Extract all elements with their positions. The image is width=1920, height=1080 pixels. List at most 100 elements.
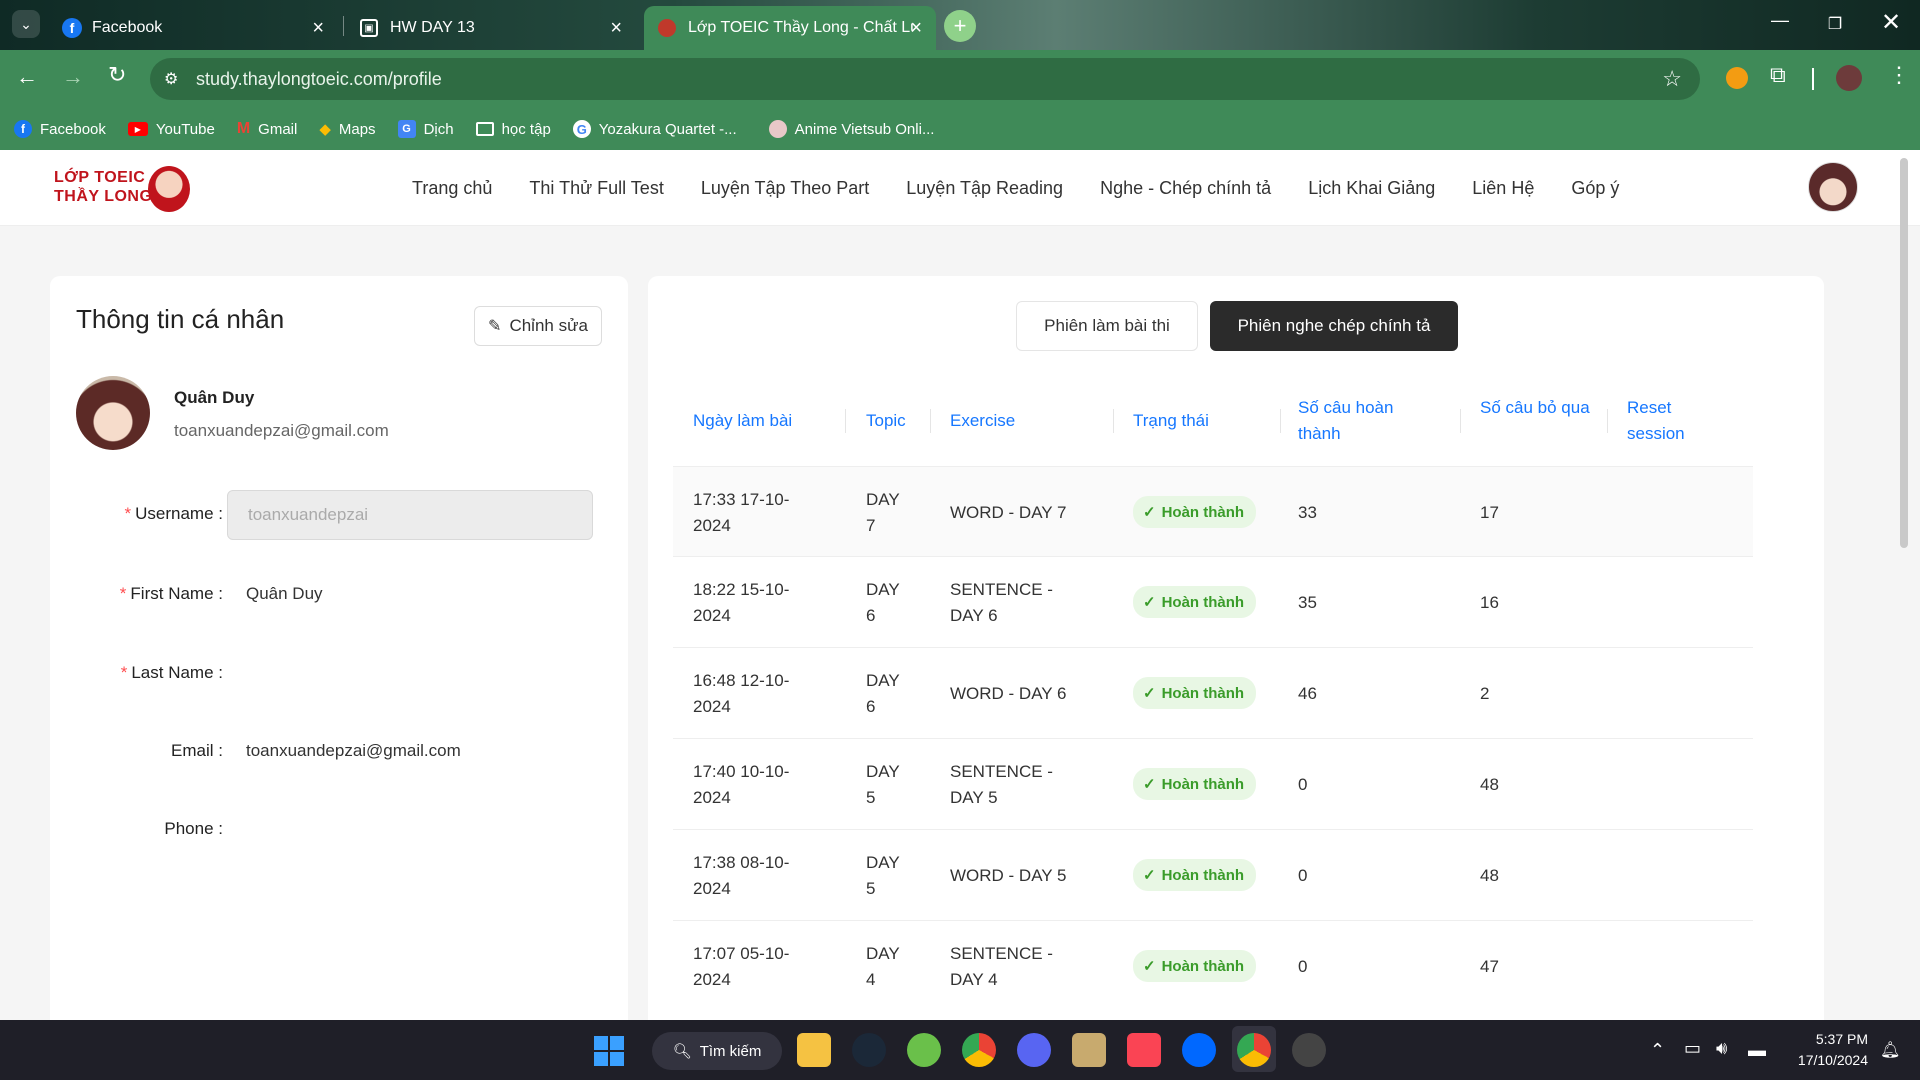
bookmark-facebook[interactable]: f Facebook [14, 120, 106, 138]
bookmark-folder-hoc-tap[interactable]: học tập [475, 121, 551, 138]
browser-tab-bar: ⌄ f Facebook × ▣ HW DAY 13 × Lớp TOEIC T… [0, 0, 1920, 50]
close-tab-icon[interactable]: × [610, 17, 622, 40]
close-tab-icon[interactable]: × [910, 17, 922, 40]
cell-exercise: WORD - DAY 5 [950, 866, 1067, 885]
league-of-legends-icon[interactable] [1072, 1033, 1106, 1067]
forward-icon[interactable]: → [62, 64, 84, 90]
col-divider [1460, 409, 1461, 433]
minimize-button[interactable]: — [1765, 10, 1795, 40]
phone-label: Phone : [164, 819, 223, 838]
cell-date: 17:07 05-10-2024 [693, 944, 790, 989]
restore-button[interactable]: ❐ [1820, 10, 1850, 40]
zalo-icon[interactable] [1182, 1033, 1216, 1067]
browser-tab-hw-day-13[interactable]: ▣ HW DAY 13 × [346, 6, 636, 50]
tab-search-button[interactable]: ⌄ [12, 10, 40, 38]
nav-thi-thu-full-test[interactable]: Thi Thử Full Test [529, 178, 663, 199]
nav-nghe-chep-chinh-ta[interactable]: Nghe - Chép chính tả [1100, 178, 1271, 199]
reload-icon[interactable]: ↻ [108, 62, 126, 88]
chevron-up-icon[interactable]: ⌃ [1650, 1040, 1665, 1061]
extensions-puzzle-icon[interactable]: ⧉ [1770, 62, 1786, 88]
taskbar-search[interactable]: 🔍︎ Tìm kiếm [652, 1032, 782, 1070]
page-scrollbar[interactable] [1900, 158, 1908, 548]
table-row: 17:33 17-10-2024 DAY 7 WORD - DAY 7 ✓ Hoà… [673, 466, 1753, 557]
browser-tab-active[interactable]: Lớp TOEIC Thầy Long - Chất Lượ × [644, 6, 936, 50]
new-tab-button[interactable]: + [944, 10, 976, 42]
close-tab-icon[interactable]: × [312, 17, 324, 40]
cell-done: 0 [1298, 957, 1308, 976]
browser-tab-facebook[interactable]: f Facebook × [48, 6, 338, 50]
app-green-icon[interactable] [907, 1033, 941, 1067]
bookmark-anime-vietsub[interactable]: Anime Vietsub Onli... [768, 120, 934, 138]
youtube-icon: ▶ [127, 122, 148, 136]
gmail-icon: M [236, 120, 251, 137]
nav-trang-chu[interactable]: Trang chủ [412, 178, 492, 199]
nav-luyen-tap-reading[interactable]: Luyện Tập Reading [906, 178, 1063, 199]
profile-card: Thông tin cá nhân ✎ Chỉnh sửa Quân Duy t… [50, 276, 628, 1056]
site-header: LỚP TOEIC THẦY LONG Trang chủ Thi Thử Fu… [0, 150, 1920, 226]
cell-done: 33 [1298, 503, 1317, 522]
status-badge: ✓ Hoàn thành [1133, 950, 1257, 982]
close-window-button[interactable]: ✕ [1876, 8, 1906, 38]
cell-topic: DAY 4 [866, 944, 900, 989]
table-row: 17:38 08-10-2024 DAY 5 WORD - DAY 5 ✓ Hoà… [673, 830, 1753, 921]
profile-heading: Thông tin cá nhân [76, 304, 285, 334]
clock-date[interactable]: 17/10/2024 [1782, 1052, 1868, 1068]
bookmark-youtube[interactable]: ▶ YouTube [127, 121, 215, 138]
start-button[interactable] [594, 1036, 624, 1066]
valorant-icon[interactable] [1127, 1033, 1161, 1067]
chrome-icon[interactable] [962, 1033, 996, 1067]
table-row: 16:48 12-10-2024 DAY 6 WORD - DAY 6 ✓ Hoà… [673, 648, 1753, 739]
bookmark-maps[interactable]: ◆ Maps [319, 120, 375, 139]
discord-icon[interactable] [1017, 1033, 1051, 1067]
bookmark-gmail[interactable]: M Gmail [237, 120, 298, 138]
status-badge: ✓ Hoàn thành [1133, 586, 1257, 618]
minimize-icon: — [1771, 10, 1789, 30]
edit-profile-button[interactable]: ✎ Chỉnh sửa [474, 306, 602, 346]
address-bar[interactable]: ⚙ study.thaylongtoeic.com/profile ☆ [150, 58, 1700, 100]
nav-lich-khai-giang[interactable]: Lịch Khai Giảng [1308, 178, 1435, 199]
notification-bell-icon[interactable]: 🔔︎ [1880, 1040, 1900, 1060]
clock-time[interactable]: 5:37 PM [1808, 1031, 1868, 1047]
cell-date: 17:40 10-10-2024 [693, 762, 790, 807]
col-header-date: Ngày làm bài [693, 411, 793, 430]
cell-exercise: SENTENCE - DAY 5 [950, 762, 1053, 807]
nav-luyen-tap-theo-part[interactable]: Luyện Tập Theo Part [701, 178, 869, 199]
check-circle-icon: ✓ [1143, 776, 1156, 793]
username-input[interactable] [227, 490, 593, 540]
steam-icon[interactable] [852, 1033, 886, 1067]
back-icon[interactable]: ← [16, 64, 38, 90]
col-header-status: Trạng thái [1133, 411, 1209, 430]
tab-exam-sessions[interactable]: Phiên làm bài thi [1016, 301, 1198, 351]
extension-burger-icon[interactable] [1726, 67, 1748, 89]
network-icon[interactable]: ▭ [1684, 1038, 1701, 1059]
bookmark-star-icon[interactable]: ☆ [1662, 66, 1682, 92]
col-divider [1113, 409, 1114, 433]
cell-done: 46 [1298, 684, 1317, 703]
first-name-label: * First Name : [119, 584, 223, 603]
chevron-down-icon: ⌄ [20, 16, 32, 32]
user-avatar[interactable] [1808, 162, 1858, 212]
logo-mascot-icon [148, 166, 190, 212]
col-divider [930, 409, 931, 433]
nav-lien-he[interactable]: Liên Hệ [1472, 178, 1534, 199]
chrome-profile-icon[interactable] [1237, 1033, 1271, 1067]
table-row: 17:07 05-10-2024 DAY 4 SENTENCE - DAY 4 … [673, 921, 1753, 1012]
battery-icon[interactable]: ▬ [1748, 1040, 1766, 1061]
windows-logo-icon [594, 1036, 608, 1050]
check-circle-icon: ✓ [1143, 958, 1156, 975]
bookmark-yozakura[interactable]: G Yozakura Quartet -... [572, 120, 737, 138]
first-name-value: Quân Duy [246, 584, 323, 603]
cell-date: 16:48 12-10-2024 [693, 671, 790, 716]
profile-avatar-icon[interactable] [1836, 65, 1862, 91]
file-explorer-icon[interactable] [797, 1033, 831, 1067]
menu-kebab-icon[interactable]: ⋮ [1888, 62, 1910, 88]
volume-icon[interactable]: 🔊︎ [1716, 1038, 1727, 1059]
cell-skipped: 48 [1480, 775, 1499, 794]
status-badge: ✓ Hoàn thành [1133, 768, 1257, 800]
site-info-icon[interactable]: ⚙ [164, 69, 178, 89]
site-logo[interactable]: LỚP TOEIC THẦY LONG [54, 166, 194, 214]
media-player-icon[interactable] [1292, 1033, 1326, 1067]
nav-gop-y[interactable]: Góp ý [1571, 178, 1619, 199]
bookmark-translate[interactable]: G Dịch [397, 120, 454, 138]
tab-dictation-sessions[interactable]: Phiên nghe chép chính tả [1210, 301, 1458, 351]
